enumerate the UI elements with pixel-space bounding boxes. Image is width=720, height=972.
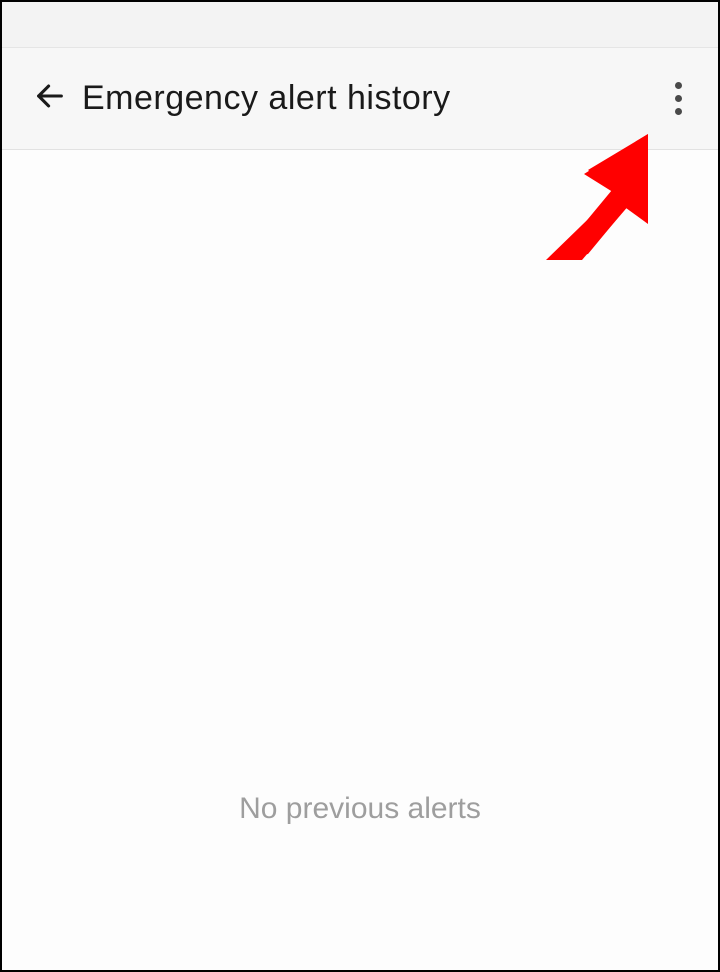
content-area: No previous alerts — [2, 150, 718, 970]
back-arrow-icon — [33, 79, 67, 118]
overflow-menu-button[interactable] — [656, 77, 700, 121]
status-bar — [2, 2, 718, 48]
back-button[interactable] — [28, 77, 72, 121]
empty-state-message: No previous alerts — [2, 792, 718, 826]
app-bar: Emergency alert history — [2, 48, 718, 150]
page-title: Emergency alert history — [82, 79, 656, 118]
more-vert-icon — [675, 82, 682, 115]
